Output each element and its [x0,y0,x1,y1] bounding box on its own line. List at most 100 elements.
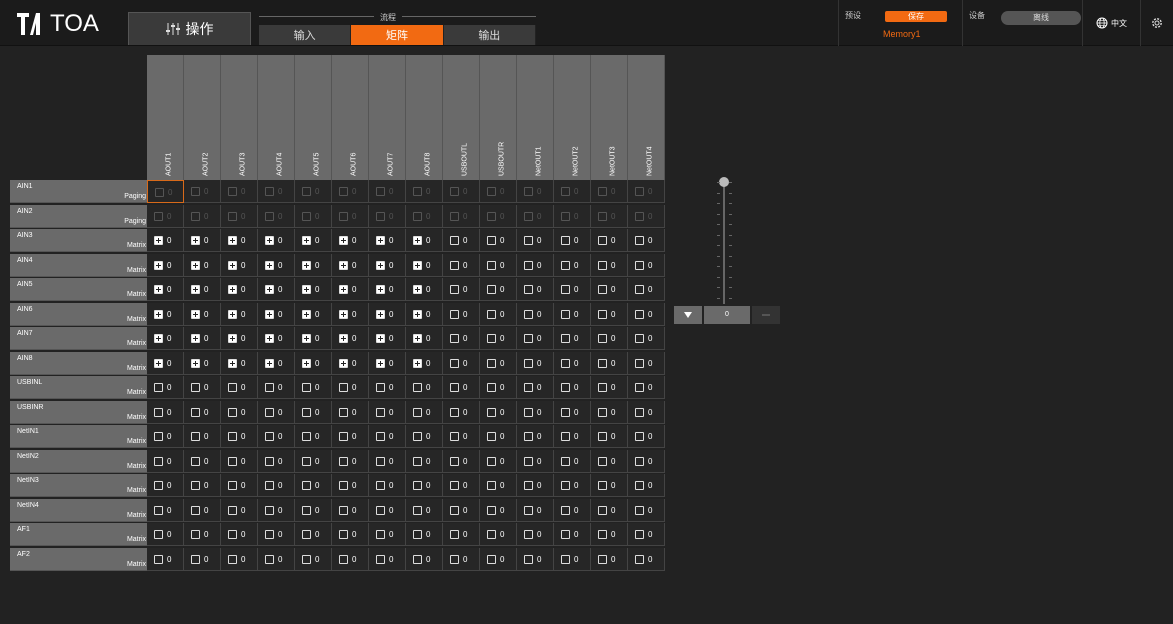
crosspoint-checkbox[interactable] [450,456,459,466]
crosspoint-checkbox[interactable] [413,260,422,270]
crosspoint-cell[interactable]: 0 [554,474,591,497]
crosspoint-checkbox[interactable] [524,554,533,564]
crosspoint-checkbox[interactable] [339,334,348,343]
crosspoint-cell[interactable]: 0 [295,229,332,252]
crosspoint-cell[interactable]: 0 [517,253,554,277]
crosspoint-checkbox[interactable] [265,554,274,564]
crosspoint-cell[interactable]: 0 [591,547,628,571]
crosspoint-checkbox[interactable] [487,554,496,564]
crosspoint-cell[interactable]: 0 [554,278,591,301]
crosspoint-checkbox[interactable] [302,481,311,490]
crosspoint-checkbox[interactable] [598,285,607,294]
crosspoint-checkbox[interactable] [524,505,533,515]
crosspoint-cell[interactable]: 0 [369,474,406,497]
crosspoint-cell[interactable]: 0 [258,204,295,228]
crosspoint-cell[interactable]: 0 [591,474,628,497]
crosspoint-cell[interactable]: 0 [184,523,221,546]
crosspoint-checkbox[interactable] [450,530,459,539]
crosspoint-checkbox[interactable] [228,530,237,539]
crosspoint-cell[interactable]: 0 [221,302,258,326]
crosspoint-checkbox[interactable] [561,432,570,441]
crosspoint-cell[interactable]: 0 [295,302,332,326]
crosspoint-cell[interactable]: 0 [184,253,221,277]
crosspoint-cell[interactable]: 0 [480,449,517,473]
crosspoint-cell[interactable]: 0 [184,449,221,473]
crosspoint-checkbox[interactable] [228,383,237,392]
crosspoint-checkbox[interactable] [339,236,348,245]
crosspoint-checkbox[interactable] [561,309,570,319]
crosspoint-cell[interactable]: 0 [406,351,443,375]
crosspoint-cell[interactable]: 0 [258,425,295,448]
crosspoint-checkbox[interactable] [524,260,533,270]
crosspoint-cell[interactable]: 0 [258,498,295,522]
crosspoint-cell[interactable]: 0 [147,547,184,571]
crosspoint-checkbox[interactable] [524,211,533,221]
crosspoint-checkbox[interactable] [154,481,163,490]
crosspoint-cell[interactable]: 0 [147,400,184,424]
crosspoint-cell[interactable]: 0 [443,498,480,522]
crosspoint-cell[interactable]: 0 [332,400,369,424]
crosspoint-cell[interactable]: 0 [554,229,591,252]
crosspoint-checkbox[interactable] [191,309,200,319]
crosspoint-checkbox[interactable] [154,358,163,368]
crosspoint-cell[interactable]: 0 [147,425,184,448]
crosspoint-checkbox[interactable] [524,285,533,294]
crosspoint-cell[interactable]: 0 [184,302,221,326]
crosspoint-cell[interactable]: 0 [221,278,258,301]
crosspoint-cell[interactable]: 0 [184,547,221,571]
crosspoint-checkbox[interactable] [598,530,607,539]
crosspoint-cell[interactable]: 0 [628,180,665,203]
crosspoint-checkbox[interactable] [598,383,607,392]
crosspoint-cell[interactable]: 0 [591,204,628,228]
crosspoint-checkbox[interactable] [561,211,570,221]
crosspoint-checkbox[interactable] [265,285,274,294]
crosspoint-cell[interactable]: 0 [480,327,517,350]
crosspoint-cell[interactable]: 0 [554,327,591,350]
crosspoint-cell[interactable]: 0 [295,523,332,546]
crosspoint-checkbox[interactable] [487,187,496,196]
crosspoint-checkbox[interactable] [450,285,459,294]
crosspoint-checkbox[interactable] [228,407,237,417]
crosspoint-cell[interactable]: 0 [406,474,443,497]
crosspoint-cell[interactable]: 0 [147,204,184,228]
crosspoint-checkbox[interactable] [191,481,200,490]
crosspoint-cell[interactable]: 0 [295,253,332,277]
crosspoint-checkbox[interactable] [339,285,348,294]
crosspoint-checkbox[interactable] [450,432,459,441]
crosspoint-cell[interactable]: 0 [147,229,184,252]
crosspoint-checkbox[interactable] [598,260,607,270]
crosspoint-checkbox[interactable] [339,407,348,417]
crosspoint-cell[interactable]: 0 [332,302,369,326]
crosspoint-checkbox[interactable] [302,260,311,270]
crosspoint-cell[interactable]: 0 [221,400,258,424]
crosspoint-checkbox[interactable] [265,309,274,319]
crosspoint-checkbox[interactable] [302,285,311,294]
crosspoint-checkbox[interactable] [191,334,200,343]
preset-memory-name[interactable]: Memory1 [883,29,921,39]
crosspoint-checkbox[interactable] [302,236,311,245]
crosspoint-checkbox[interactable] [635,358,644,368]
crosspoint-cell[interactable]: 0 [480,204,517,228]
crosspoint-checkbox[interactable] [228,358,237,368]
crosspoint-checkbox[interactable] [450,334,459,343]
crosspoint-cell[interactable]: 0 [332,425,369,448]
crosspoint-cell[interactable]: 0 [332,498,369,522]
crosspoint-cell[interactable]: 0 [221,498,258,522]
crosspoint-checkbox[interactable] [413,358,422,368]
crosspoint-checkbox[interactable] [265,358,274,368]
crosspoint-checkbox[interactable] [450,260,459,270]
crosspoint-checkbox[interactable] [265,505,274,515]
crosspoint-checkbox[interactable] [191,432,200,441]
crosspoint-checkbox[interactable] [598,407,607,417]
crosspoint-checkbox[interactable] [635,383,644,392]
crosspoint-checkbox[interactable] [524,334,533,343]
crosspoint-cell[interactable]: 0 [517,547,554,571]
crosspoint-checkbox[interactable] [191,211,200,221]
crosspoint-checkbox[interactable] [302,211,311,221]
crosspoint-checkbox[interactable] [413,285,422,294]
crosspoint-checkbox[interactable] [154,309,163,319]
crosspoint-checkbox[interactable] [228,554,237,564]
crosspoint-cell[interactable]: 0 [369,229,406,252]
crosspoint-cell[interactable]: 0 [369,425,406,448]
crosspoint-cell[interactable]: 0 [554,351,591,375]
